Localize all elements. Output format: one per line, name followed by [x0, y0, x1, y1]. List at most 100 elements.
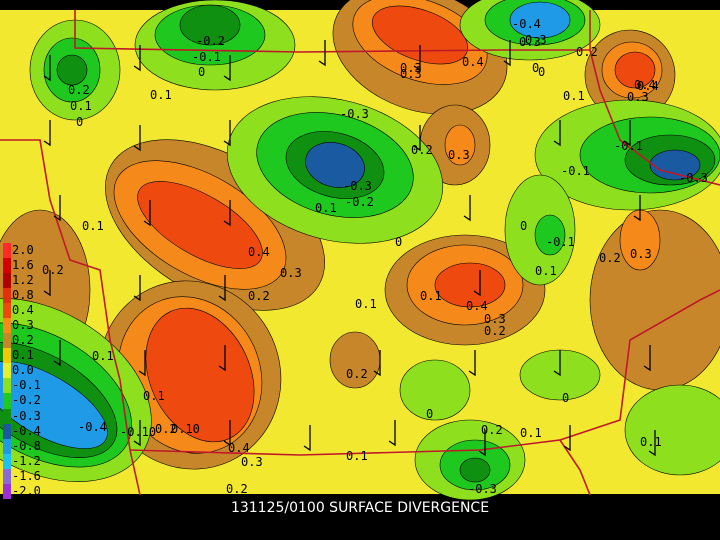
contour-label: 0.1: [143, 389, 165, 403]
legend-label: 1.2: [12, 273, 34, 288]
contour-label: -0.3: [468, 482, 497, 496]
legend-swatch: [3, 468, 11, 484]
contour-label: 0.4: [637, 79, 659, 93]
contour-label: 0.2: [346, 367, 368, 381]
contour-label: 0.1: [535, 264, 557, 278]
contour-label: 0.4: [228, 441, 250, 455]
legend-row: 0.3: [3, 318, 48, 334]
legend-label: 1.6: [12, 258, 34, 273]
contour-label: 0: [198, 65, 205, 79]
legend-label: -0.8: [12, 438, 41, 453]
legend-label: 0.8: [12, 288, 34, 303]
legend-row: 0.0: [3, 363, 48, 379]
contour-label: -0.4: [512, 17, 541, 31]
legend-row: 0.8: [3, 288, 48, 304]
contour-label: 0.3: [448, 148, 470, 162]
contour-label: 0.3: [400, 61, 422, 75]
legend-row: 2.0: [3, 243, 48, 259]
legend-swatch: [3, 258, 11, 274]
legend-label: -0.2: [12, 393, 41, 408]
contour-label: -0.3: [679, 171, 708, 185]
contour-label: 0.3: [525, 33, 547, 47]
legend-row: -1.2: [3, 453, 48, 469]
contour-label: 0.3: [241, 455, 263, 469]
contour-label: 0.1: [92, 349, 114, 363]
contour-label: 0: [520, 219, 527, 233]
legend-label: -2.0: [12, 483, 41, 498]
contour-label: 0.2: [481, 423, 503, 437]
contour-label: -0.2: [345, 195, 374, 209]
contour-label: -0.2: [196, 34, 225, 48]
legend-label: 0.3: [12, 318, 34, 333]
legend-swatch: [3, 453, 11, 469]
legend-label: -0.1: [12, 378, 41, 393]
contour-label: -0.3: [343, 179, 372, 193]
color-legend: 2.0 1.6 1.2 0.8 0.4 0.3 0.2 0.1 0.0 -0.1 -0.2 -0.3-…: [3, 243, 48, 499]
contour-label: -0.1: [614, 139, 643, 153]
contour-region: [56, 54, 88, 86]
contour-label: 0.1: [640, 435, 662, 449]
legend-row: 1.2: [3, 273, 48, 289]
contour-label: 0: [562, 391, 569, 405]
legend-row: -0.2: [3, 393, 48, 409]
divergence-map: -0.2 -0.1 0 0.2 0.1 0 0.1 0.4 0.3 0.4 0.…: [0, 0, 720, 500]
contour-label: 0.1: [70, 99, 92, 113]
legend-row: -0.8: [3, 438, 48, 454]
legend-swatch: [3, 273, 11, 289]
contour-label: 0.1: [420, 289, 442, 303]
legend-swatch: [3, 393, 11, 409]
legend-swatch: [3, 348, 11, 364]
map-caption: 131125/0100 SURFACE DIVERGENCE: [230, 500, 490, 516]
contour-region: [399, 359, 471, 421]
legend-row: -0.4: [3, 423, 48, 439]
contour-label: 0.2: [576, 45, 598, 59]
legend-label: -0.4: [12, 423, 41, 438]
contour-label: 0.1: [355, 297, 377, 311]
contour-label: -0.1: [561, 164, 590, 178]
legend-swatch: [3, 288, 11, 304]
contour-label: -0.4: [78, 420, 107, 434]
contour-label: -0.1: [192, 50, 221, 64]
contour-label: 0.1: [563, 89, 585, 103]
contour-label: 0.2: [226, 482, 248, 496]
legend-swatch: [3, 423, 11, 439]
legend-swatch: [3, 363, 11, 379]
legend-swatch: [3, 408, 11, 424]
contour-label: 0.1: [315, 201, 337, 215]
legend-row: 0.2: [3, 333, 48, 349]
legend-row: -0.3: [3, 408, 48, 424]
legend-row: 0.1: [3, 348, 48, 364]
contour-label: 0.1: [346, 449, 368, 463]
contour-label: -0.10: [120, 425, 156, 439]
legend-swatch: [3, 378, 11, 394]
legend-label: 0.0: [12, 363, 34, 378]
legend-label: -1.2: [12, 453, 41, 468]
legend-row: -2.0: [3, 483, 48, 499]
legend-row: 1.6: [3, 258, 48, 274]
legend-label: 0.2: [12, 333, 34, 348]
contour-label: 0.2: [411, 143, 433, 157]
contour-label: 0.3: [280, 266, 302, 280]
contour-label: -0.1: [546, 235, 575, 249]
contour-label: 0.1: [520, 426, 542, 440]
contour-label: 0.2: [68, 83, 90, 97]
legend-swatch: [3, 318, 11, 334]
contour-label: 0.4: [248, 245, 270, 259]
legend-swatch: [3, 333, 11, 349]
contour-label: 0.1: [150, 88, 172, 102]
contour-label: 0: [426, 407, 433, 421]
legend-swatch: [3, 303, 11, 319]
legend-label: -0.3: [12, 408, 41, 423]
legend-row: 0.4: [3, 303, 48, 319]
contour-label: 0.3: [630, 247, 652, 261]
legend-swatch: [3, 438, 11, 454]
legend-label: 0.1: [12, 348, 34, 363]
legend-label: 0.4: [12, 303, 34, 318]
contour-label: -0.3: [340, 107, 369, 121]
legend-row: -0.1: [3, 378, 48, 394]
legend-swatch: [3, 483, 11, 499]
legend-swatch: [3, 243, 11, 259]
legend-row: -1.6: [3, 468, 48, 484]
contour-label: 0: [395, 235, 402, 249]
contour-label: 0.1: [82, 219, 104, 233]
